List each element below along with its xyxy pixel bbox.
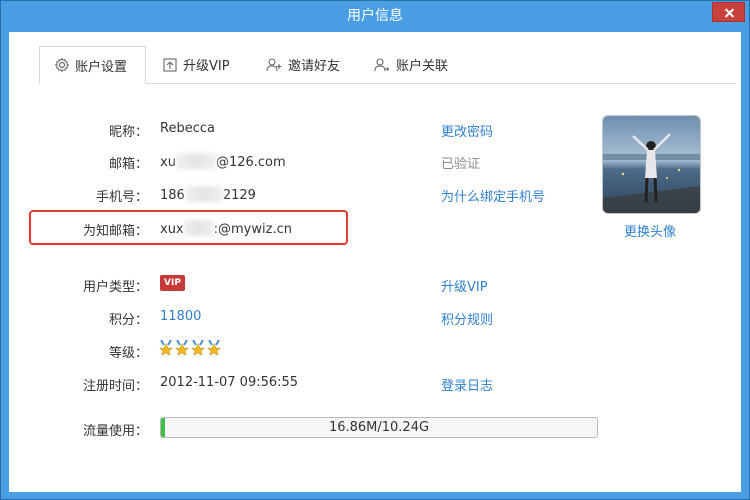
login-log-link[interactable]: 登录日志 bbox=[441, 375, 493, 394]
tab-label: 账户设置 bbox=[75, 59, 128, 75]
content-panel: 账户设置 升级VIP 邀请好友 账户关联 昵称： 邮箱： 手机号： 为知邮箱： … bbox=[9, 32, 741, 492]
email-suffix: @126.com bbox=[215, 155, 286, 170]
phone-prefix: 186 bbox=[160, 188, 185, 203]
user-type-label: 用户类型： bbox=[82, 280, 148, 295]
register-time-label: 注册时间： bbox=[82, 379, 148, 394]
nickname-label: 昵称： bbox=[108, 125, 148, 140]
phone-suffix: 2129 bbox=[222, 188, 256, 203]
email-verified-status: 已验证 bbox=[441, 157, 481, 172]
change-avatar-link[interactable]: 更换头像 bbox=[624, 221, 676, 240]
window-title: 用户信息 bbox=[347, 8, 403, 24]
vip-badge: VIP bbox=[160, 275, 185, 291]
tab-label: 邀请好友 bbox=[288, 59, 341, 74]
traffic-progress-text: 16.86M/10.24G bbox=[328, 420, 430, 435]
email-value: xu @126.com bbox=[160, 153, 286, 170]
medal-star-icon bbox=[175, 340, 189, 356]
points-label: 积分： bbox=[108, 313, 148, 328]
tab-label: 账户关联 bbox=[396, 59, 449, 74]
add-user-icon bbox=[266, 57, 282, 71]
user-info-window: 用户信息 账户设置 升级VIP 邀请好友 账户关联 昵称： 邮箱： 手机号： 为… bbox=[0, 0, 750, 500]
redaction-blur bbox=[175, 153, 216, 169]
upload-icon bbox=[163, 57, 177, 72]
tab-label: 升级VIP bbox=[183, 59, 230, 74]
points-value[interactable]: 11800 bbox=[160, 309, 201, 324]
link-user-icon bbox=[374, 57, 390, 71]
tab-bar: 账户设置 升级VIP 邀请好友 账户关联 bbox=[39, 46, 736, 84]
email-label: 邮箱： bbox=[108, 157, 148, 172]
why-bind-phone-link[interactable]: 为什么绑定手机号 bbox=[441, 186, 545, 205]
title-bar[interactable]: 用户信息 bbox=[1, 1, 749, 32]
points-rules-link[interactable]: 积分规则 bbox=[441, 309, 493, 328]
medal-star-icon bbox=[207, 340, 221, 356]
gear-icon bbox=[54, 57, 70, 73]
phone-label: 手机号： bbox=[95, 190, 148, 205]
nickname-value: Rebecca bbox=[160, 121, 215, 136]
redaction-blur bbox=[184, 186, 223, 202]
traffic-label: 流量使用： bbox=[82, 424, 148, 439]
upgrade-vip-link[interactable]: 升级VIP bbox=[441, 276, 488, 295]
medal-star-icon bbox=[191, 340, 205, 356]
level-stars bbox=[159, 340, 221, 356]
traffic-progress-bar: 16.86M/10.24G bbox=[160, 417, 598, 438]
change-password-link[interactable]: 更改密码 bbox=[441, 121, 493, 140]
highlight-box bbox=[29, 210, 348, 245]
close-button[interactable] bbox=[712, 2, 745, 22]
tab-account-link[interactable]: 账户关联 bbox=[374, 46, 448, 83]
level-label: 等级： bbox=[108, 346, 148, 361]
tab-account-settings[interactable]: 账户设置 bbox=[39, 46, 146, 84]
tab-invite-friends[interactable]: 邀请好友 bbox=[266, 46, 340, 83]
avatar-photo bbox=[603, 116, 700, 213]
email-prefix: xu bbox=[160, 155, 176, 170]
phone-value: 186 2129 bbox=[160, 186, 256, 203]
avatar[interactable] bbox=[603, 116, 700, 213]
tab-upgrade-vip[interactable]: 升级VIP bbox=[162, 46, 230, 83]
register-time-value: 2012-11-07 09:56:55 bbox=[160, 375, 299, 390]
medal-star-icon bbox=[159, 340, 173, 356]
